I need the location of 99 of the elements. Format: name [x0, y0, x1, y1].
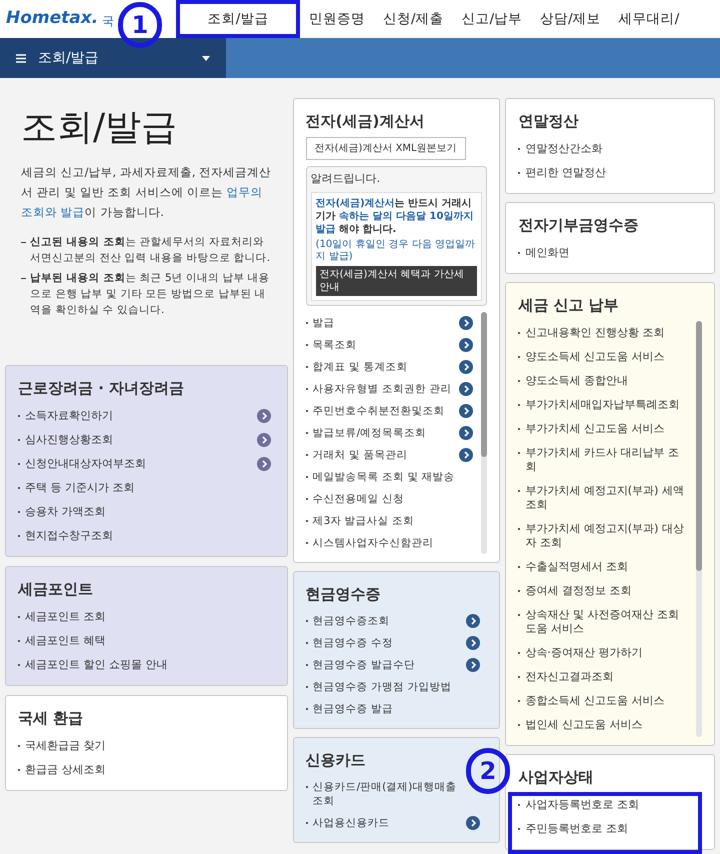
scrollbar[interactable] [481, 312, 488, 554]
chevron-right-icon[interactable] [459, 448, 474, 462]
card-title: 사업자상태 [518, 767, 594, 787]
menu-link[interactable]: 국세환급금 찾기 [25, 739, 271, 753]
menu-link[interactable]: 종합소득세 신고도움 서비스 [525, 694, 688, 708]
menu-link[interactable]: 신용카드/판매(결제)대행매출 조회 [312, 780, 461, 808]
scrollbar[interactable] [696, 321, 702, 737]
annotation-number: 2 [466, 748, 510, 794]
dropdown-caret-icon[interactable] [202, 56, 210, 60]
card-title: 현금영수증 [306, 584, 381, 604]
menu-link[interactable]: 전자신고결과조회 [525, 670, 688, 684]
notice-note: (10일이 휴일인 경우 다음 영업일까지 발급) [316, 238, 476, 262]
menu-link[interactable]: 메인화면 [525, 246, 698, 260]
nav-link[interactable]: 조회/발급 [176, 8, 300, 30]
menu-link[interactable]: 발급 [312, 316, 454, 330]
card-title: 신용카드 [306, 750, 366, 770]
menu-link[interactable]: 양도소득세 신고도움 서비스 [525, 350, 688, 364]
menu-link[interactable]: 현금영수증조회 [312, 614, 461, 628]
xml-view-button[interactable]: 전자(세금)계산서 XML원본보기 [306, 137, 466, 160]
chevron-right-icon[interactable] [466, 816, 480, 830]
chevron-right-icon[interactable] [256, 409, 271, 423]
chevron-right-icon[interactable] [256, 433, 271, 447]
chevron-right-icon[interactable] [459, 382, 474, 396]
menu-link[interactable]: 양도소득세 종합안내 [525, 374, 688, 388]
menu-link[interactable]: 사업자등록번호로 조회 [525, 798, 698, 812]
menu-link[interactable]: 부가가치세 예정고지(부과) 세액조회 [525, 484, 688, 512]
intro-text: 세금의 신고/납부, 과세자료제출, 전자세금계산서 관리 및 일반 조회 서비스에 이르는 업무의 조회와 발급이 가능합니다. [21, 164, 272, 221]
menu-link[interactable]: 목록조회 [312, 338, 454, 352]
nav-link[interactable]: 민원증명 [300, 8, 374, 30]
menu-link[interactable]: 시스템사업자수신함관리 [312, 536, 461, 550]
menu-link[interactable]: 상속재산 및 사전증여재산 조회 도움 서비스 [525, 608, 688, 636]
menu-link[interactable]: 주민등록번호로 조회 [525, 822, 698, 836]
chevron-right-icon[interactable] [459, 316, 474, 330]
card-title: 세금 신고 납부 [518, 295, 619, 315]
menu-link[interactable]: 사업용신용카드 [312, 816, 461, 830]
chevron-right-icon[interactable] [459, 426, 474, 440]
menu-link[interactable]: 주택 등 기준시가 조회 [25, 481, 271, 495]
nav-link[interactable]: 상담/제보 [531, 8, 610, 30]
menu-link[interactable]: 제3자 발급사실 조회 [312, 514, 461, 528]
menu-link[interactable]: 심사진행상황조회 [25, 433, 252, 447]
menu-link[interactable]: 수출실적명세서 조회 [525, 560, 688, 574]
menu-link[interactable]: 수신전용메일 신청 [312, 492, 461, 506]
menu-title: 조회/발급 [38, 48, 100, 68]
menu-link[interactable]: 현금영수증 수정 [312, 636, 461, 650]
menu-link[interactable]: 연말정산간소화 [525, 142, 698, 156]
chevron-right-icon[interactable] [459, 404, 474, 418]
card-title: 국세 환급 [18, 708, 84, 728]
card-title: 전자(세금)계산서 [306, 111, 424, 131]
menu-link[interactable]: 법인세 신고도움 서비스 [525, 718, 688, 732]
page-title: 조회/발급 [21, 106, 178, 150]
menu-link[interactable]: 소득자료확인하기 [25, 409, 252, 423]
menu-link[interactable]: 부가가치세매입자납부특례조회 [525, 398, 688, 412]
chevron-right-icon[interactable] [466, 614, 480, 628]
notice-text: 전자(세금)계산서는 반드시 거래시기가 속하는 달의 다음달 10일까지 발급 해야 합니다. [316, 196, 474, 236]
chevron-right-icon[interactable] [256, 457, 271, 471]
menu-link[interactable]: 세금포인트 조회 [25, 610, 271, 624]
menu-link[interactable]: 승용차 가액조회 [25, 505, 271, 519]
menu-link[interactable]: 환급금 상세조회 [25, 763, 271, 777]
menu-link[interactable]: 발급보류/예정목록조회 [312, 426, 454, 440]
menu-link[interactable]: 신고내용확인 진행상황 조회 [525, 326, 688, 340]
chevron-right-icon[interactable] [466, 658, 480, 672]
chevron-right-icon[interactable] [459, 338, 474, 352]
intro-note: 납부된 내용의 조회는 최근 5년 이내의 납부 내용으로 은행 납부 및 기타 모든 방법으로 납부된 내역을 확인하실 수 있습니다. [30, 271, 271, 318]
card-title: 근로장려금 · 자녀장려금 [18, 378, 184, 398]
card-title: 세금포인트 [18, 579, 93, 599]
menu-link[interactable]: 상속·증여재산 평가하기 [525, 646, 688, 660]
chevron-right-icon[interactable] [459, 360, 474, 374]
nav-link[interactable]: 신고/납부 [452, 8, 532, 30]
menu-link[interactable]: 현금영수증 발급 [312, 702, 461, 716]
menu-link[interactable]: 현금영수증 가맹점 가입방법 [312, 680, 461, 694]
menu-link[interactable]: 합계표 및 통계조회 [312, 360, 454, 374]
menu-link[interactable]: 편리한 연말정산 [525, 166, 698, 180]
menu-link[interactable]: 사용자유형별 조회권한 관리 [312, 382, 454, 396]
dash-icon [21, 278, 26, 279]
menu-link[interactable]: 신청안내대상자여부조회 [25, 457, 252, 471]
dash-icon [21, 242, 26, 243]
menu-link[interactable]: 증여세 결정정보 조회 [525, 584, 688, 598]
brand-logo[interactable]: Hometax. [6, 6, 98, 32]
menu-link[interactable]: 주민번호수취분전환및조회 [312, 404, 454, 418]
menu-link[interactable]: 현금영수증 발급수단 [312, 658, 461, 672]
nav-link[interactable]: 신청/제출 [374, 8, 453, 30]
nav-link[interactable]: 세무대리/ [610, 8, 688, 30]
annotation-number: 1 [118, 2, 162, 48]
menu-link[interactable]: 부가가치세 예정고지(부과) 대상자 조회 [525, 522, 688, 550]
menu-link[interactable]: 세금포인트 할인 쇼핑몰 안내 [25, 658, 271, 672]
notice-title: 알려드립니다. [310, 171, 382, 187]
menu-link[interactable]: 세금포인트 혜택 [25, 634, 271, 648]
notice-link[interactable]: 전자(세금)계산서 혜택과 가산세 안내 [316, 266, 478, 296]
menu-link[interactable]: 부가가치세 카드사 대리납부 조회 [525, 446, 688, 474]
card-title: 전자기부금영수증 [518, 215, 638, 235]
intro-note: 신고된 내용의 조회는 관할세무서의 자료처리와 서면신고분의 전산 입력 내용을 바탕으로 합니다. [30, 235, 272, 266]
card-title: 연말정산 [518, 111, 578, 131]
chevron-right-icon[interactable] [466, 636, 480, 650]
menu-link[interactable]: 거래처 및 품목관리 [312, 448, 454, 462]
menu-link[interactable]: 현지접수창구조회 [25, 529, 271, 543]
menu-icon[interactable] [16, 54, 26, 62]
brand-subtitle: 국 [102, 12, 114, 30]
menu-link[interactable]: 부가가치세 신고도움 서비스 [525, 422, 688, 436]
menu-link[interactable]: 메일발송목록 조회 및 재발송 [312, 470, 461, 484]
